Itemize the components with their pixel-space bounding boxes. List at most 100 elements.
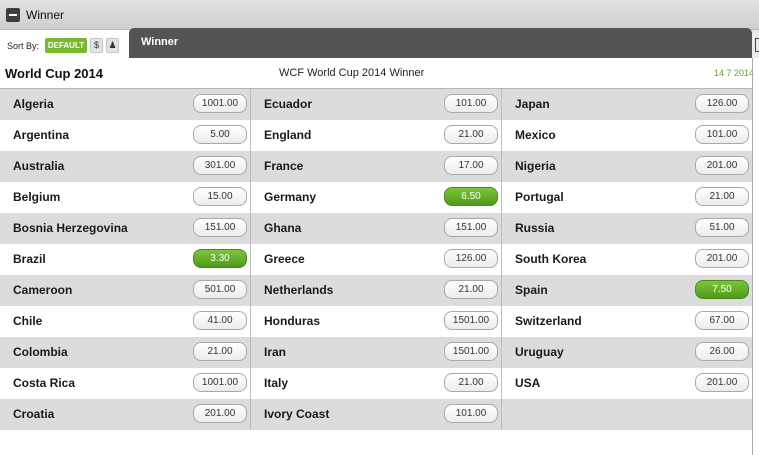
column-divider xyxy=(250,399,251,430)
selection-cell: Uruguay 26.00 xyxy=(502,337,752,368)
selection-cell: Bosnia Herzegovina 151.00 xyxy=(0,213,250,244)
team-name: Ivory Coast xyxy=(264,407,330,421)
team-name: Honduras xyxy=(264,314,321,328)
column-divider xyxy=(250,182,251,213)
odds-button[interactable]: 21.00 xyxy=(444,280,498,299)
column-divider xyxy=(501,151,502,182)
team-name: Ecuador xyxy=(264,97,313,111)
sort-by-label: Sort By: xyxy=(7,41,40,51)
column-divider xyxy=(501,275,502,306)
team-name: Cameroon xyxy=(13,283,73,297)
selection-cell: Japan 126.00 xyxy=(502,89,752,120)
selection-cell: Ghana 151.00 xyxy=(251,213,501,244)
team-name: Italy xyxy=(264,376,289,390)
odds-button[interactable]: 15.00 xyxy=(193,187,247,206)
selection-cell: Argentina 5.00 xyxy=(0,120,250,151)
table-row: Cameroon 501.00 Netherlands 21.00 Spain 7.50 xyxy=(0,275,752,306)
team-name: Croatia xyxy=(13,407,55,421)
odds-button[interactable]: 21.00 xyxy=(193,342,247,361)
odds-button[interactable]: 5.00 xyxy=(193,125,247,144)
odds-button[interactable]: 126.00 xyxy=(695,94,749,113)
team-name: Argentina xyxy=(13,128,70,142)
market-header-title: Winner xyxy=(26,8,65,22)
selection-cell: Mexico 101.00 xyxy=(502,120,752,151)
column-divider xyxy=(250,244,251,275)
table-row: Brazil 3.30 Greece 126.00 South Korea 201.00 xyxy=(0,244,752,275)
tab-winner[interactable]: Winner xyxy=(129,28,752,58)
team-name: Bosnia Herzegovina xyxy=(13,221,128,235)
selection-cell: Russia 51.00 xyxy=(502,213,752,244)
team-name: Iran xyxy=(264,345,287,359)
team-name: Japan xyxy=(515,97,550,111)
odds-button[interactable]: 21.00 xyxy=(444,373,498,392)
odds-button[interactable]: 101.00 xyxy=(695,125,749,144)
column-divider xyxy=(250,368,251,399)
odds-button[interactable]: 41.00 xyxy=(193,311,247,330)
table-row: Costa Rica 1001.00 Italy 21.00 USA 201.00 xyxy=(0,368,752,399)
selection-cell: Portugal 21.00 xyxy=(502,182,752,213)
table-row: Bosnia Herzegovina 151.00 Ghana 151.00 Russi… xyxy=(0,213,752,244)
odds-button[interactable]: 201.00 xyxy=(695,373,749,392)
selection-cell: England 21.00 xyxy=(251,120,501,151)
odds-button[interactable]: 21.00 xyxy=(695,187,749,206)
odds-button[interactable]: 201.00 xyxy=(695,156,749,175)
odds-button[interactable]: 301.00 xyxy=(193,156,247,175)
team-name: Costa Rica xyxy=(13,376,76,390)
odds-button[interactable]: 21.00 xyxy=(444,125,498,144)
selection-cell: Belgium 15.00 xyxy=(0,182,250,213)
table-row: Australia 301.00 France 17.00 Nigeria 201.00 xyxy=(0,151,752,182)
selection-cell: Costa Rica 1001.00 xyxy=(0,368,250,399)
table-row: Argentina 5.00 England 21.00 Mexico 101.00 xyxy=(0,120,752,151)
odds-button[interactable]: 1001.00 xyxy=(193,373,247,392)
selection-cell: Netherlands 21.00 xyxy=(251,275,501,306)
tab-scroll-icon[interactable] xyxy=(752,30,759,58)
sort-default-button[interactable]: DEFAULT xyxy=(45,38,87,53)
event-subtitle: WCF World Cup 2014 Winner xyxy=(279,67,425,79)
column-divider xyxy=(250,120,251,151)
odds-button[interactable]: 201.00 xyxy=(193,404,247,423)
column-divider xyxy=(250,275,251,306)
odds-button[interactable]: 17.00 xyxy=(444,156,498,175)
odds-button[interactable]: 201.00 xyxy=(695,249,749,268)
selection-cell: Germany 6.50 xyxy=(251,182,501,213)
team-name: Brazil xyxy=(13,252,46,266)
odds-button[interactable]: 67.00 xyxy=(695,311,749,330)
selection-cell: Australia 301.00 xyxy=(0,151,250,182)
odds-button[interactable]: 6.50 xyxy=(444,187,498,206)
odds-button[interactable]: 126.00 xyxy=(444,249,498,268)
odds-button[interactable]: 101.00 xyxy=(444,404,498,423)
selection-cell: Ivory Coast 101.00 xyxy=(251,399,501,430)
collapse-icon[interactable] xyxy=(6,8,20,22)
sort-person-icon[interactable]: ♟ xyxy=(106,38,119,53)
team-name: Russia xyxy=(515,221,555,235)
selection-cell: Switzerland 67.00 xyxy=(502,306,752,337)
table-row: Croatia 201.00 Ivory Coast 101.00 xyxy=(0,399,752,430)
selection-cell: Italy 21.00 xyxy=(251,368,501,399)
odds-button[interactable]: 51.00 xyxy=(695,218,749,237)
odds-button[interactable]: 501.00 xyxy=(193,280,247,299)
selection-cell: Cameroon 501.00 xyxy=(0,275,250,306)
column-divider xyxy=(501,213,502,244)
odds-button[interactable]: 1501.00 xyxy=(444,311,498,330)
team-name: Colombia xyxy=(13,345,68,359)
selection-cell xyxy=(502,399,752,430)
odds-button[interactable]: 1001.00 xyxy=(193,94,247,113)
odds-button[interactable]: 101.00 xyxy=(444,94,498,113)
odds-button[interactable]: 151.00 xyxy=(444,218,498,237)
column-divider xyxy=(501,120,502,151)
column-divider xyxy=(250,151,251,182)
team-name: Australia xyxy=(13,159,65,173)
column-divider xyxy=(501,337,502,368)
odds-button[interactable]: 7.50 xyxy=(695,280,749,299)
odds-button[interactable]: 1501.00 xyxy=(444,342,498,361)
team-name: Uruguay xyxy=(515,345,564,359)
sort-price-icon[interactable]: $ xyxy=(90,38,103,53)
panel-right-border xyxy=(752,58,753,455)
odds-button[interactable]: 3.30 xyxy=(193,249,247,268)
event-date: 14 7 2014 xyxy=(714,68,755,78)
odds-grid: Algeria 1001.00 Ecuador 101.00 Japan 126.00 Ar… xyxy=(0,89,752,430)
odds-button[interactable]: 26.00 xyxy=(695,342,749,361)
odds-button[interactable]: 151.00 xyxy=(193,218,247,237)
team-name: Netherlands xyxy=(264,283,334,297)
team-name: Greece xyxy=(264,252,305,266)
